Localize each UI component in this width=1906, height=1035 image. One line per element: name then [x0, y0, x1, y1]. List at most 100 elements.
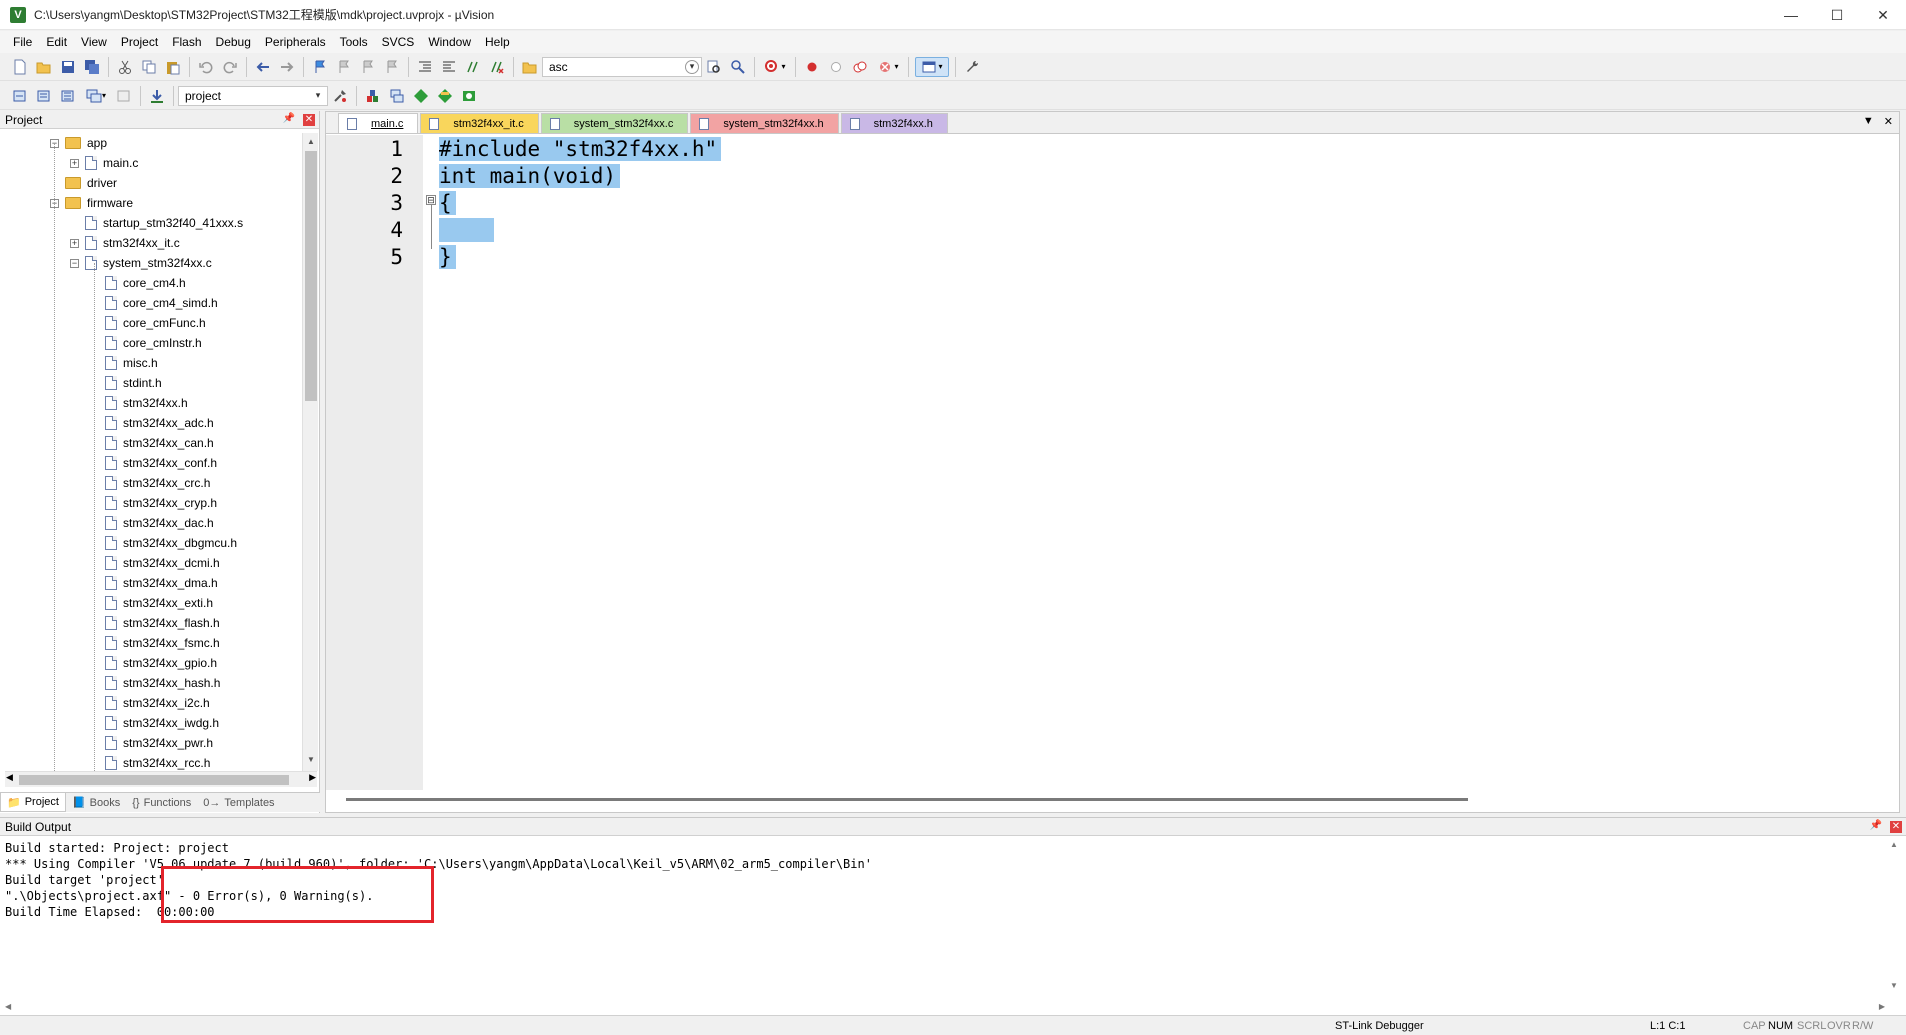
- tree-item[interactable]: − app: [50, 133, 107, 153]
- scroll-thumb[interactable]: [305, 151, 317, 401]
- chevron-down-icon[interactable]: ▾: [311, 89, 325, 103]
- tree-item[interactable]: stm32f4xx_dac.h: [90, 513, 214, 533]
- find-in-files-icon[interactable]: [520, 57, 540, 77]
- unindent-icon[interactable]: [439, 57, 459, 77]
- find-combo[interactable]: asc ▾: [542, 56, 702, 77]
- bookmark-toggle-icon[interactable]: [310, 57, 330, 77]
- tree-item[interactable]: stm32f4xx_crc.h: [90, 473, 210, 493]
- menu-svcs[interactable]: SVCS: [375, 35, 422, 49]
- navigate-forward-icon[interactable]: [277, 57, 297, 77]
- scroll-right-icon[interactable]: ▶: [309, 772, 316, 783]
- file-extensions-icon[interactable]: [387, 86, 407, 106]
- tab-templates[interactable]: 0→ Templates: [197, 793, 280, 812]
- tree-item[interactable]: core_cmFunc.h: [90, 313, 206, 333]
- tab-list-dropdown-icon[interactable]: ▼: [1863, 115, 1874, 128]
- stop-build-icon[interactable]: [114, 86, 134, 106]
- fold-collapse-icon[interactable]: ⊟: [426, 195, 436, 205]
- tree-item[interactable]: + main.c: [70, 153, 138, 173]
- configure-icon[interactable]: [962, 57, 982, 77]
- collapse-icon[interactable]: −: [70, 258, 79, 268]
- editor-horizontal-scrollbar[interactable]: [346, 794, 1891, 806]
- expand-icon[interactable]: +: [70, 238, 79, 248]
- bookmark-prev-icon[interactable]: [334, 57, 354, 77]
- menu-debug[interactable]: Debug: [209, 35, 258, 49]
- copy-icon[interactable]: [139, 57, 159, 77]
- manage-components-icon[interactable]: [363, 86, 383, 106]
- editor-tab[interactable]: system_stm32f4xx.c: [540, 113, 689, 133]
- bookmark-clear-icon[interactable]: [382, 57, 402, 77]
- tree-item[interactable]: − firmware: [50, 193, 133, 213]
- scroll-up-icon[interactable]: ▲: [1890, 840, 1898, 849]
- menu-peripherals[interactable]: Peripherals: [258, 35, 333, 49]
- tab-books[interactable]: 📘 Books: [66, 793, 126, 812]
- editor-tab[interactable]: stm32f4xx_it.c: [420, 113, 539, 133]
- project-tree-horizontal-scrollbar[interactable]: ◀ ▶: [5, 771, 317, 787]
- tree-item[interactable]: stdint.h: [90, 373, 162, 393]
- undo-icon[interactable]: [196, 57, 216, 77]
- expand-icon[interactable]: +: [70, 158, 79, 168]
- menu-edit[interactable]: Edit: [39, 35, 74, 49]
- target-options-icon[interactable]: [330, 86, 350, 106]
- pin-icon[interactable]: 📌: [1870, 820, 1882, 831]
- breakpoint-kill-all-icon[interactable]: ▾: [874, 57, 902, 77]
- debug-session-icon[interactable]: ▾: [761, 57, 789, 77]
- pin-icon[interactable]: 📌: [283, 113, 295, 124]
- tree-item[interactable]: driver: [50, 173, 117, 193]
- navigate-back-icon[interactable]: [253, 57, 273, 77]
- scroll-left-icon[interactable]: ◀: [5, 1002, 11, 1011]
- rebuild-icon[interactable]: [58, 86, 78, 106]
- scroll-left-icon[interactable]: ◀: [6, 772, 13, 783]
- minimize-button[interactable]: —: [1768, 0, 1814, 30]
- translate-icon[interactable]: [10, 86, 30, 106]
- scroll-down-icon[interactable]: ▼: [305, 753, 317, 767]
- window-layout-icon[interactable]: ▾: [915, 56, 949, 77]
- tree-item[interactable]: stm32f4xx_dma.h: [90, 573, 218, 593]
- tab-functions[interactable]: {} Functions: [126, 793, 197, 812]
- tree-item[interactable]: startup_stm32f40_41xxx.s: [70, 213, 243, 233]
- tree-item[interactable]: stm32f4xx_i2c.h: [90, 693, 210, 713]
- build-output-horizontal-scrollbar[interactable]: ◀ ▶: [5, 1002, 1885, 1014]
- tree-item[interactable]: core_cm4_simd.h: [90, 293, 218, 313]
- tree-item[interactable]: stm32f4xx_pwr.h: [90, 733, 213, 753]
- project-tree-vertical-scrollbar[interactable]: ▲ ▼: [302, 133, 318, 771]
- menu-help[interactable]: Help: [478, 35, 517, 49]
- editor-tab[interactable]: main.c: [338, 113, 419, 133]
- tree-item[interactable]: stm32f4xx_dcmi.h: [90, 553, 220, 573]
- maximize-button[interactable]: ☐: [1814, 0, 1860, 30]
- scroll-thumb[interactable]: [346, 798, 1468, 801]
- tree-item[interactable]: misc.h: [90, 353, 158, 373]
- tree-item[interactable]: + stm32f4xx_it.c: [70, 233, 180, 253]
- editor-tab[interactable]: stm32f4xx.h: [840, 113, 948, 133]
- select-packs-icon[interactable]: [411, 86, 431, 106]
- redo-icon[interactable]: [220, 57, 240, 77]
- tree-item[interactable]: stm32f4xx_gpio.h: [90, 653, 217, 673]
- scroll-right-icon[interactable]: ▶: [1879, 1002, 1885, 1011]
- tree-item[interactable]: stm32f4xx_adc.h: [90, 413, 214, 433]
- open-file-icon[interactable]: [34, 57, 54, 77]
- scroll-up-icon[interactable]: ▲: [305, 135, 317, 149]
- tree-item[interactable]: core_cm4.h: [90, 273, 186, 293]
- tab-project[interactable]: 📁 Project: [0, 793, 66, 812]
- tree-item[interactable]: stm32f4xx_can.h: [90, 433, 214, 453]
- download-icon[interactable]: [147, 86, 167, 106]
- tree-item[interactable]: stm32f4xx_iwdg.h: [90, 713, 219, 733]
- incremental-find-icon[interactable]: [728, 57, 748, 77]
- tree-item[interactable]: stm32f4xx_flash.h: [90, 613, 220, 633]
- tree-item[interactable]: stm32f4xx_exti.h: [90, 593, 213, 613]
- save-icon[interactable]: [58, 57, 78, 77]
- tree-item[interactable]: stm32f4xx_cryp.h: [90, 493, 217, 513]
- indent-icon[interactable]: [415, 57, 435, 77]
- breakpoint-enable-icon[interactable]: [826, 57, 846, 77]
- bookmark-next-icon[interactable]: [358, 57, 378, 77]
- tree-item[interactable]: stm32f4xx_hash.h: [90, 673, 220, 693]
- target-select[interactable]: project ▾: [178, 85, 328, 106]
- tree-item[interactable]: core_cmInstr.h: [90, 333, 202, 353]
- batch-build-icon[interactable]: ▾: [82, 86, 110, 106]
- editor-tab[interactable]: system_stm32f4xx.h: [690, 113, 839, 133]
- build-output-vertical-scrollbar[interactable]: ▲ ▼: [1890, 840, 1904, 990]
- tree-item[interactable]: stm32f4xx_fsmc.h: [90, 633, 220, 653]
- chevron-down-icon[interactable]: ▾: [685, 59, 699, 74]
- uncomment-icon[interactable]: [487, 57, 507, 77]
- tree-item[interactable]: stm32f4xx_conf.h: [90, 453, 217, 473]
- breakpoint-insert-icon[interactable]: [802, 57, 822, 77]
